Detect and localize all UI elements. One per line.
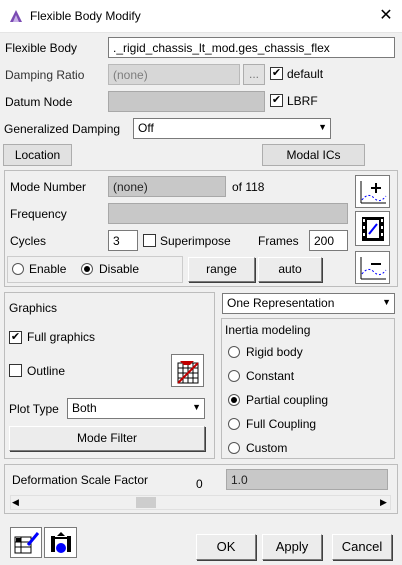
custom-radio[interactable] — [228, 442, 240, 454]
title-bar: Flexible Body Modify ✕ — [0, 0, 402, 33]
close-icon[interactable]: ✕ — [376, 6, 396, 26]
mode-total-label: of 118 — [232, 180, 265, 194]
deformation-slider[interactable] — [10, 495, 391, 510]
frames-field[interactable]: 200 — [309, 230, 348, 251]
range-button[interactable]: range — [188, 257, 255, 282]
damping-ratio-label: Damping Ratio — [5, 68, 85, 82]
rigid-body-label: Rigid body — [246, 345, 303, 359]
modal-ics-button[interactable]: Modal ICs — [262, 144, 365, 166]
deformation-min-label: 0 — [196, 477, 203, 491]
mode-increment-icon[interactable] — [355, 175, 390, 208]
window-title: Flexible Body Modify — [30, 9, 141, 23]
location-button[interactable]: Location — [3, 144, 72, 166]
cycles-field[interactable]: 3 — [108, 230, 138, 251]
auto-button[interactable]: auto — [258, 257, 322, 282]
disable-label: Disable — [99, 262, 140, 276]
superimpose-checkbox[interactable] — [143, 234, 156, 247]
rigid-body-radio[interactable] — [228, 346, 240, 358]
generalized-damping-select[interactable]: Off ▼ — [133, 118, 331, 139]
inertia-modeling-title: Inertia modeling — [225, 323, 311, 337]
partial-coupling-radio[interactable] — [228, 394, 240, 406]
constant-label: Constant — [246, 369, 295, 383]
scroll-right-icon[interactable]: ▶ — [380, 497, 387, 508]
color-grid-icon[interactable] — [171, 354, 204, 387]
custom-label: Custom — [246, 441, 288, 455]
mode-filter-button[interactable]: Mode Filter — [9, 426, 205, 451]
chevron-down-icon: ▼ — [382, 297, 391, 307]
lbrf-checkbox[interactable]: ✔ — [270, 94, 283, 107]
mode-number-label: Mode Number — [10, 180, 87, 194]
ok-button[interactable]: OK — [196, 534, 256, 560]
superimpose-label: Superimpose — [160, 234, 231, 248]
inertia-modeling-group — [221, 318, 395, 459]
outline-checkbox[interactable] — [9, 364, 22, 377]
deformation-scale-label: Deformation Scale Factor — [12, 473, 149, 487]
default-checkbox[interactable]: ✔ — [270, 67, 283, 80]
animate-film-icon[interactable] — [355, 211, 390, 246]
node-marker-icon[interactable] — [44, 527, 77, 558]
app-logo-icon — [10, 10, 22, 22]
constant-radio[interactable] — [228, 370, 240, 382]
full-graphics-checkbox[interactable]: ✔ — [9, 331, 22, 344]
disable-radio[interactable] — [81, 263, 93, 275]
frames-label: Frames — [258, 234, 299, 248]
mode-decrement-icon[interactable] — [355, 251, 390, 284]
cancel-button[interactable]: Cancel — [332, 534, 392, 560]
plot-type-label: Plot Type — [9, 402, 59, 416]
cycles-label: Cycles — [10, 234, 47, 248]
frequency-field[interactable] — [108, 203, 348, 224]
lbrf-label: LBRF — [287, 94, 318, 108]
full-graphics-label: Full graphics — [27, 330, 96, 344]
representation-select[interactable]: One Representation ▼ — [222, 293, 395, 314]
datum-node-label: Datum Node — [5, 95, 73, 109]
frequency-label: Frequency — [10, 207, 67, 221]
generalized-damping-label: Generalized Damping — [4, 122, 121, 136]
enable-label: Enable — [29, 262, 67, 276]
chevron-down-icon: ▼ — [318, 122, 327, 132]
representation-value: One Representation — [227, 296, 335, 310]
scroll-left-icon[interactable]: ◀ — [12, 497, 19, 508]
datum-node-field[interactable] — [108, 91, 265, 112]
damping-ratio-field[interactable]: (none) — [108, 64, 240, 85]
generalized-damping-value: Off — [138, 121, 154, 135]
mode-number-field[interactable]: (none) — [108, 176, 226, 197]
outline-label: Outline — [27, 364, 66, 378]
apply-button[interactable]: Apply — [262, 534, 322, 560]
flexible-body-label: Flexible Body — [5, 41, 78, 55]
full-coupling-radio[interactable] — [228, 418, 240, 430]
plot-type-select[interactable]: Both ▼ — [67, 398, 205, 419]
full-coupling-label: Full Coupling — [246, 417, 317, 431]
chevron-down-icon: ▼ — [192, 402, 201, 412]
deformation-value-field[interactable]: 1.0 — [226, 469, 388, 490]
partial-coupling-label: Partial coupling — [246, 393, 329, 407]
slider-thumb[interactable] — [136, 497, 156, 508]
enable-radio[interactable] — [12, 263, 24, 275]
graphics-title: Graphics — [9, 301, 58, 315]
plot-type-value: Both — [72, 401, 97, 415]
default-label: default — [287, 67, 324, 81]
damping-browse-button[interactable]: ... — [243, 64, 265, 85]
edit-table-icon[interactable] — [10, 527, 42, 558]
flexible-body-field[interactable]: ._rigid_chassis_lt_mod.ges_chassis_flex — [108, 37, 395, 58]
